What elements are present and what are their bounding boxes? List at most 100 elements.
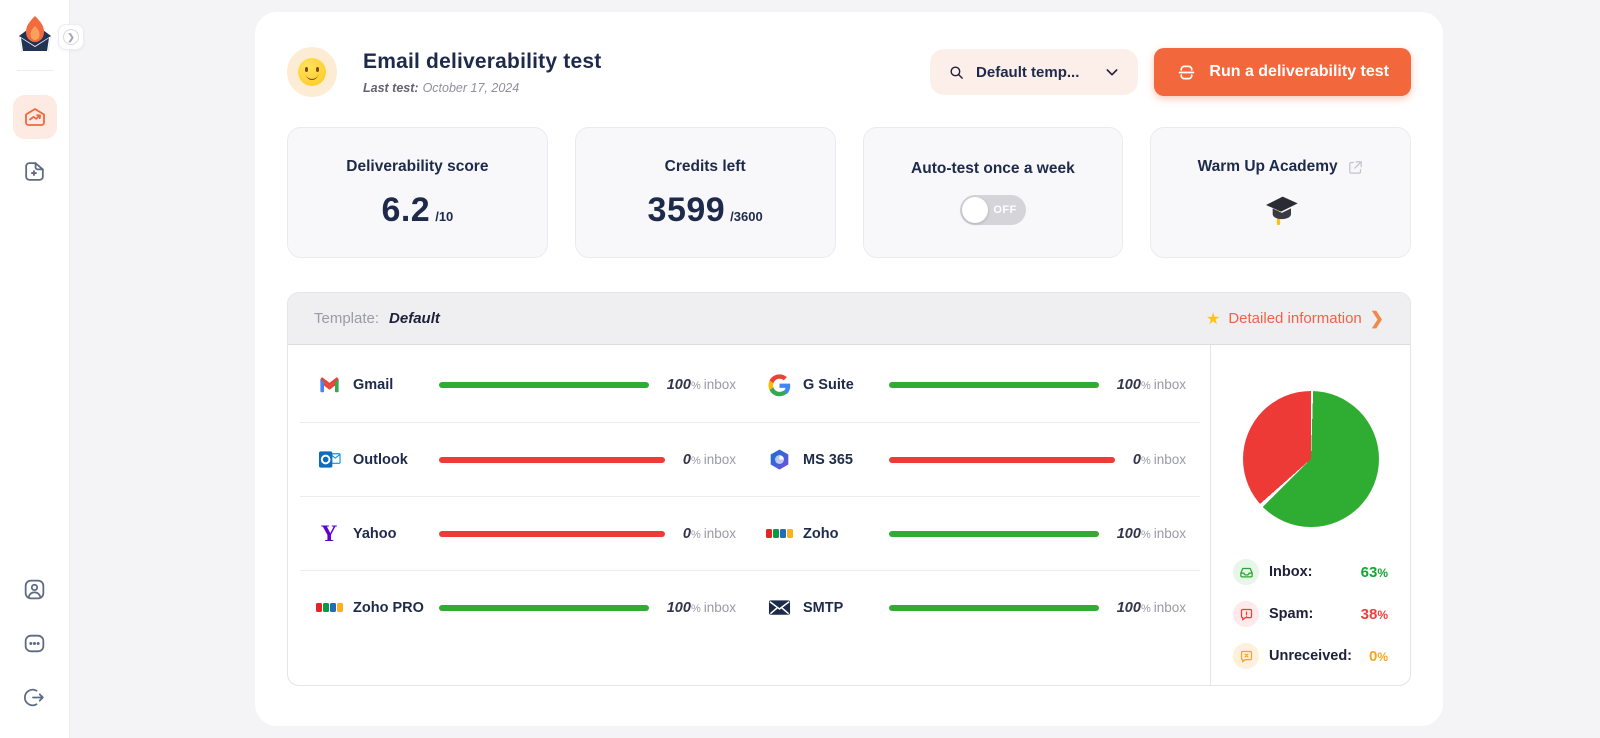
- deliverability-score-label: Deliverability score: [346, 158, 488, 176]
- sidebar-divider: [17, 70, 53, 71]
- last-test-label: Last test:: [363, 81, 419, 95]
- external-link-icon: [1347, 159, 1364, 176]
- star-icon: ★: [1206, 309, 1220, 329]
- credits-left-total: /3600: [730, 209, 763, 224]
- provider-status-bar: [439, 605, 649, 611]
- run-deliverability-test-button[interactable]: Run a deliverability test: [1154, 48, 1411, 96]
- sidebar-item-deliverability[interactable]: [13, 95, 57, 139]
- logout-icon: [22, 685, 47, 710]
- legend-label: Unreceived:: [1269, 648, 1352, 664]
- stats-row: Deliverability score 6.2 /10 Credits lef…: [287, 127, 1411, 258]
- provider-score: 0%inbox: [1133, 451, 1186, 469]
- legend-label: Spam:: [1269, 606, 1313, 622]
- legend-row-unreceived: Unreceived: 0%: [1233, 635, 1388, 677]
- provider-score: 100%inbox: [667, 599, 736, 617]
- provider-status-bar: [439, 382, 649, 388]
- deliverability-pie-chart: [1243, 391, 1379, 527]
- last-test-line: Last test: October 17, 2024: [363, 81, 601, 95]
- gsuite-icon: [766, 373, 792, 397]
- deliverability-score-card: Deliverability score 6.2 /10: [287, 127, 548, 258]
- outlook-icon: [316, 448, 342, 472]
- deliverability-chart-icon: [23, 105, 47, 129]
- page-title: Email deliverability test: [363, 50, 601, 74]
- provider-score: 100%inbox: [1117, 376, 1186, 394]
- smtp-envelope-icon: [766, 596, 792, 620]
- chevron-right-icon: ❯: [63, 29, 79, 45]
- credits-left-value: 3599: [648, 193, 726, 227]
- scan-envelope-icon: [1176, 62, 1197, 83]
- inbox-icon: [1233, 559, 1259, 585]
- provider-status-bar: [889, 605, 1099, 611]
- sidebar-expand-button[interactable]: ❯: [58, 24, 84, 50]
- graduation-cap-icon: [1261, 193, 1301, 227]
- pie-legend: Inbox: 63% Spam: 38%: [1233, 551, 1388, 677]
- sidebar-item-new-test[interactable]: [13, 149, 57, 193]
- academy-card[interactable]: Warm Up Academy: [1150, 127, 1411, 258]
- main-content-card: Email deliverability test Last test: Octo…: [255, 12, 1443, 726]
- results-panel: Template: Default ★ Detailed information…: [287, 292, 1411, 686]
- legend-row-spam: Spam: 38%: [1233, 593, 1388, 635]
- toggle-state-label: OFF: [993, 204, 1017, 216]
- legend-value: 63%: [1361, 564, 1388, 581]
- provider-score: 0%inbox: [683, 525, 736, 543]
- provider-status-bar: [439, 531, 665, 537]
- sidebar-item-account[interactable]: [13, 572, 57, 606]
- template-label: Template:: [314, 310, 379, 327]
- results-summary: Inbox: 63% Spam: 38%: [1210, 345, 1410, 686]
- run-button-label: Run a deliverability test: [1209, 63, 1389, 81]
- provider-name: SMTP: [803, 600, 883, 616]
- chat-dots-icon: [22, 631, 47, 656]
- provider-name: Gmail: [353, 377, 433, 393]
- gmail-icon: [316, 373, 342, 397]
- providers-grid: Gmail 100%inbox G: [288, 345, 1210, 686]
- search-icon: [948, 64, 965, 81]
- warmup-inbox-logo-icon[interactable]: [14, 14, 56, 54]
- ms365-icon: [766, 448, 792, 472]
- detailed-information-label: Detailed information: [1228, 310, 1361, 327]
- provider-row-gsuite: G Suite 100%inbox: [750, 373, 1200, 397]
- provider-row-yahoo: Y Yahoo 0%inbox: [300, 522, 750, 546]
- zoho-pro-icon: [316, 596, 342, 620]
- provider-row-outlook: Outlook 0%inbox: [300, 448, 750, 472]
- sidebar-item-logout[interactable]: [13, 680, 57, 714]
- provider-name: Yahoo: [353, 526, 433, 542]
- provider-status-bar: [889, 457, 1115, 463]
- sidebar-item-support-chat[interactable]: [13, 626, 57, 660]
- template-name: Default: [389, 310, 440, 327]
- last-test-date: October 17, 2024: [423, 81, 520, 95]
- academy-label: Warm Up Academy: [1198, 158, 1338, 176]
- chevron-right-icon: ❯: [1370, 310, 1384, 327]
- template-dropdown[interactable]: Default temp...: [930, 49, 1138, 95]
- provider-status-bar: [889, 531, 1099, 537]
- template-dropdown-value: Default temp...: [976, 64, 1079, 81]
- page-header: Email deliverability test Last test: Octo…: [287, 47, 1411, 97]
- legend-value: 38%: [1361, 606, 1388, 623]
- autotest-card: Auto-test once a week OFF: [863, 127, 1124, 258]
- yahoo-icon: Y: [316, 522, 342, 546]
- provider-row-gmail: Gmail 100%inbox: [300, 373, 750, 397]
- detailed-information-link[interactable]: ★ Detailed information ❯: [1206, 309, 1384, 329]
- provider-score: 0%inbox: [683, 451, 736, 469]
- toggle-knob: [962, 197, 988, 223]
- results-panel-header: Template: Default ★ Detailed information…: [288, 293, 1410, 345]
- legend-row-inbox: Inbox: 63%: [1233, 551, 1388, 593]
- smiley-face-icon: [287, 47, 337, 97]
- provider-name: MS 365: [803, 452, 883, 468]
- credits-left-card: Credits left 3599 /3600: [575, 127, 836, 258]
- unreceived-icon: [1233, 643, 1259, 669]
- provider-score: 100%inbox: [667, 376, 736, 394]
- autotest-toggle[interactable]: OFF: [960, 195, 1026, 225]
- provider-status-bar: [439, 457, 665, 463]
- provider-status-bar: [889, 382, 1099, 388]
- provider-name: Outlook: [353, 452, 433, 468]
- deliverability-score-total: /10: [435, 209, 453, 224]
- chevron-down-icon: [1104, 64, 1120, 80]
- provider-score: 100%inbox: [1117, 525, 1186, 543]
- autotest-label: Auto-test once a week: [911, 160, 1075, 178]
- sidebar: ❯: [0, 0, 70, 738]
- zoho-icon: [766, 522, 792, 546]
- legend-value: 0%: [1369, 648, 1388, 665]
- provider-row-zoho-pro: Zoho PRO 100%inbox: [300, 596, 750, 620]
- provider-score: 100%inbox: [1117, 599, 1186, 617]
- credits-left-label: Credits left: [665, 158, 746, 176]
